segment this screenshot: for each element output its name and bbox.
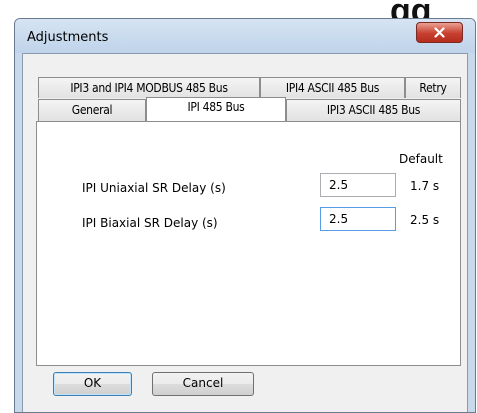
close-icon [434, 27, 445, 38]
tab-label: IPI4 ASCII 485 Bus [285, 81, 380, 95]
tab-label: Retry [419, 81, 447, 95]
cancel-button-label: Cancel [182, 376, 224, 390]
tab-panel-ipi-485-bus: Default IPI Uniaxial SR Delay (s) 2.5 1.… [36, 121, 461, 366]
biaxial-delay-default: 2.5 s [410, 213, 440, 227]
tab-ipi-485-bus[interactable]: IPI 485 Bus [146, 97, 286, 121]
biaxial-delay-label: IPI Biaxial SR Delay (s) [82, 216, 218, 230]
window-title: Adjustments [27, 30, 109, 45]
tab-retry[interactable]: Retry [405, 77, 461, 98]
uniaxial-delay-value: 2.5 [329, 178, 349, 192]
ok-button[interactable]: OK [53, 372, 132, 396]
tab-ipi4-ascii-485-bus[interactable]: IPI4 ASCII 485 Bus [260, 77, 405, 98]
uniaxial-delay-label: IPI Uniaxial SR Delay (s) [82, 181, 226, 195]
tab-label: IPI 485 Bus [187, 100, 245, 114]
biaxial-delay-input[interactable]: 2.5 [320, 207, 396, 231]
tab-label: IPI3 and IPI4 MODBUS 485 Bus [70, 81, 228, 95]
tab-ipi3-ascii-485-bus[interactable]: IPI3 ASCII 485 Bus [286, 99, 461, 121]
uniaxial-delay-default: 1.7 s [410, 179, 440, 193]
close-button[interactable] [416, 22, 463, 43]
tab-label: IPI3 ASCII 485 Bus [326, 103, 421, 117]
uniaxial-delay-input[interactable]: 2.5 [320, 173, 396, 197]
title-bar[interactable]: Adjustments [15, 19, 475, 53]
cancel-button[interactable]: Cancel [152, 372, 254, 396]
tab-label: General [71, 103, 113, 117]
ok-button-label: OK [83, 376, 102, 390]
biaxial-delay-value: 2.5 [329, 212, 349, 226]
default-column-header: Default [399, 152, 443, 166]
tab-general[interactable]: General [38, 99, 146, 121]
tab-ipi3-ipi4-modbus-485-bus[interactable]: IPI3 and IPI4 MODBUS 485 Bus [38, 77, 260, 98]
